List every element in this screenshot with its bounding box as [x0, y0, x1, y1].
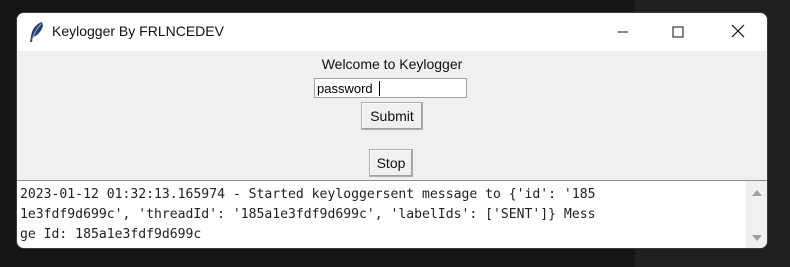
maximize-button[interactable] [649, 13, 707, 51]
close-icon [731, 23, 745, 42]
scroll-down-icon[interactable] [752, 235, 762, 241]
log-text: 2023-01-12 01:32:13.165974 - Started key… [20, 185, 733, 247]
password-input[interactable] [314, 78, 467, 98]
log-line: ge Id: 185a1e3fdf9d699c [20, 227, 202, 242]
minimize-icon [617, 23, 629, 42]
feather-icon [27, 21, 47, 43]
log-line: 1e3fdf9d699c', 'threadId': '185a1e3fdf9d… [20, 207, 596, 222]
minimize-button[interactable] [594, 13, 652, 51]
title-bar[interactable]: Keylogger By FRLNCEDEV [17, 13, 767, 51]
log-line: 2023-01-12 01:32:13.165974 - Started key… [20, 187, 596, 202]
stop-button[interactable]: Stop [369, 149, 413, 177]
main-content: Welcome to Keylogger Submit Stop 2023-01… [17, 51, 767, 248]
close-button[interactable] [709, 13, 767, 51]
vertical-scrollbar[interactable] [746, 181, 767, 248]
app-window: Keylogger By FRLNCEDEV Welcome to Keylog… [17, 13, 767, 248]
maximize-icon [672, 23, 684, 42]
log-output[interactable]: 2023-01-12 01:32:13.165974 - Started key… [17, 180, 767, 248]
window-title: Keylogger By FRLNCEDEV [52, 23, 224, 39]
submit-button[interactable]: Submit [361, 102, 423, 130]
welcome-label: Welcome to Keylogger [321, 56, 463, 72]
text-caret [379, 81, 380, 96]
scroll-up-icon[interactable] [752, 190, 762, 196]
